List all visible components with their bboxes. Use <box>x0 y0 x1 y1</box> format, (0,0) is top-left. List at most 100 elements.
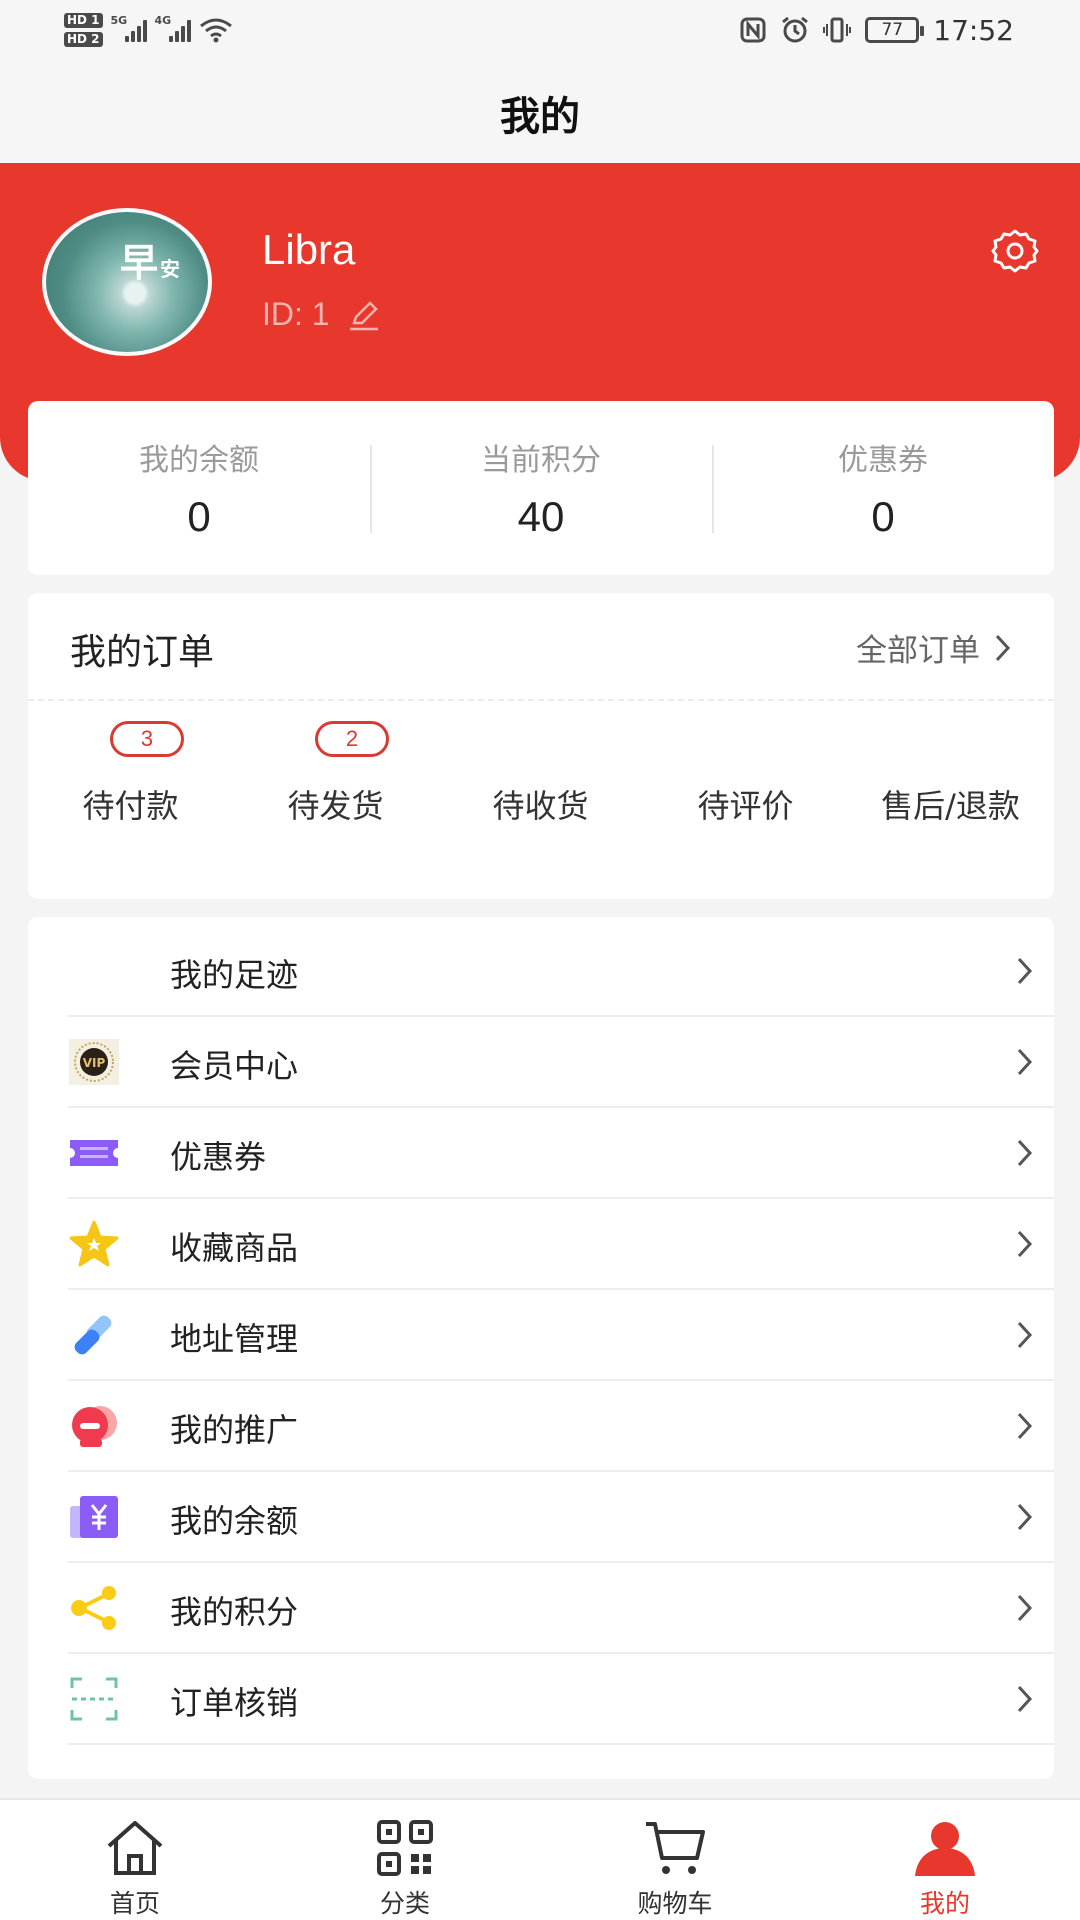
tab-label: 我的 <box>919 1889 970 1918</box>
profile-page: HD 1 HD 2 5G 4G 77 17:52 我的 早 安 Libra ID… <box>0 0 1080 1920</box>
menu-item-label: 我的积分 <box>170 1593 299 1631</box>
order-count-badge: 2 <box>315 721 389 757</box>
chevron-right-icon <box>1017 1321 1033 1349</box>
menu-item-label: 地址管理 <box>170 1320 299 1358</box>
hd2-indicator: HD 2 <box>64 32 103 47</box>
settings-gear-icon[interactable] <box>990 226 1040 276</box>
home-icon <box>107 1821 163 1875</box>
link-icon <box>74 1315 112 1355</box>
stat-coupons[interactable]: 优惠券 0 <box>712 401 1054 575</box>
order-status-label: 待付款 <box>82 787 179 825</box>
menu-item-coupons[interactable]: 优惠券 <box>68 1108 1054 1199</box>
order-status-after-sales[interactable]: 售后/退款 <box>848 701 1053 899</box>
menu-list: 我的足迹 VIP 会员中心 优惠券 收藏商品 地址管理 我的推广 我的余额 我的… <box>28 917 1054 1779</box>
stat-label: 我的余额 <box>139 443 259 478</box>
hd1-indicator: HD 1 <box>64 13 103 28</box>
wifi-icon <box>199 18 232 43</box>
order-status-label: 待发货 <box>287 787 384 825</box>
tab-mine[interactable]: 我的 <box>810 1800 1080 1920</box>
title-bar: 我的 <box>0 62 1080 163</box>
stat-points[interactable]: 当前积分 40 <box>370 401 712 575</box>
network-5g-label: 5G <box>110 14 128 27</box>
battery-indicator: 77 <box>865 17 925 43</box>
menu-item-order-verification[interactable]: 订单核销 <box>68 1654 1054 1745</box>
orders-card: 我的订单 全部订单 3 待付款 2 待发货 待收货 待评价 售后/退款 <box>28 593 1054 899</box>
signal-5g-icon: 5G <box>111 14 147 42</box>
chevron-right-icon <box>1017 1594 1033 1622</box>
tab-label: 首页 <box>109 1889 160 1918</box>
menu-item-vip[interactable]: VIP 会员中心 <box>68 1017 1054 1108</box>
menu-item-balance[interactable]: 我的余额 <box>68 1472 1054 1563</box>
chevron-right-icon <box>1017 1412 1033 1440</box>
clock: 17:52 <box>933 13 1014 47</box>
hd-indicators: HD 1 HD 2 <box>64 13 103 47</box>
account-stats-card: 我的余额 0 当前积分 40 优惠券 0 <box>28 401 1054 575</box>
menu-item-label: 会员中心 <box>170 1047 299 1085</box>
menu-item-label: 收藏商品 <box>170 1229 299 1267</box>
status-bar: HD 1 HD 2 5G 4G 77 17:52 <box>0 0 1080 62</box>
chevron-right-icon <box>1017 1503 1033 1531</box>
order-status-pending-payment[interactable]: 3 待付款 <box>28 701 233 899</box>
all-orders-label: 全部订单 <box>856 633 980 669</box>
menu-item-address[interactable]: 地址管理 <box>68 1290 1054 1381</box>
tab-home[interactable]: 首页 <box>0 1800 270 1920</box>
orders-header: 我的订单 全部订单 <box>28 593 1054 701</box>
network-4g-label: 4G <box>154 14 172 27</box>
all-orders-link[interactable]: 全部订单 <box>856 625 1014 670</box>
page-title: 我的 <box>500 93 580 140</box>
promotion-icon <box>72 1406 117 1447</box>
stat-label: 当前积分 <box>481 443 601 478</box>
menu-item-favorites[interactable]: 收藏商品 <box>68 1199 1054 1290</box>
menu-item-label: 我的推广 <box>170 1411 299 1449</box>
edit-icon[interactable] <box>346 297 382 333</box>
avatar[interactable]: 早安 <box>42 208 212 356</box>
menu-item-label: 订单核销 <box>170 1684 299 1722</box>
order-status-label: 售后/退款 <box>881 787 1020 825</box>
tab-label: 购物车 <box>637 1889 713 1918</box>
status-right: 77 17:52 <box>739 10 1014 50</box>
username: Libra <box>262 226 356 273</box>
menu-item-label: 我的足迹 <box>170 956 299 994</box>
user-id: ID: 1 <box>262 296 330 332</box>
tab-category[interactable]: 分类 <box>270 1800 540 1920</box>
share-icon <box>71 1586 116 1630</box>
order-status-pending-receipt[interactable]: 待收货 <box>438 701 643 899</box>
menu-item-label: 优惠券 <box>170 1138 267 1176</box>
chevron-right-icon <box>1017 1230 1033 1258</box>
battery-level: 77 <box>881 20 904 40</box>
menu-item-footprint[interactable]: 我的足迹 <box>68 926 1054 1017</box>
svg-text:VIP: VIP <box>83 1056 106 1070</box>
vip-icon: VIP <box>69 1039 119 1085</box>
order-status-pending-review[interactable]: 待评价 <box>643 701 848 899</box>
stat-label: 优惠券 <box>838 443 928 478</box>
signal-4g-icon: 4G <box>155 14 191 42</box>
stat-value: 0 <box>187 493 211 540</box>
status-left: HD 1 HD 2 5G 4G <box>64 8 233 52</box>
bottom-tab-bar: 首页 分类 购物车 我的 <box>0 1798 1080 1920</box>
coupon-icon <box>70 1140 118 1166</box>
stat-value: 0 <box>871 493 895 540</box>
orders-title: 我的订单 <box>70 632 215 673</box>
user-id-row: ID: 1 <box>262 296 382 333</box>
chevron-right-icon <box>995 634 1011 661</box>
user-icon <box>915 1822 975 1876</box>
stat-balance[interactable]: 我的余额 0 <box>28 401 370 575</box>
cart-icon <box>646 1822 705 1874</box>
order-status-label: 待评价 <box>697 787 794 825</box>
chevron-right-icon <box>1017 1139 1033 1167</box>
chevron-right-icon <box>1017 1048 1033 1076</box>
star-icon <box>69 1220 119 1267</box>
qrcode-icon <box>377 1820 433 1876</box>
menu-item-promotion[interactable]: 我的推广 <box>68 1381 1054 1472</box>
vibrate-icon <box>823 17 852 43</box>
menu-item-label: 我的余额 <box>170 1502 299 1540</box>
yuan-icon <box>70 1496 118 1538</box>
avatar-text: 早安 <box>120 241 181 285</box>
tab-label: 分类 <box>379 1889 430 1918</box>
stat-value: 40 <box>517 493 565 540</box>
alarm-icon <box>782 16 809 43</box>
chevron-right-icon <box>1017 957 1033 985</box>
tab-cart[interactable]: 购物车 <box>540 1800 810 1920</box>
menu-item-points[interactable]: 我的积分 <box>68 1563 1054 1654</box>
order-status-pending-shipment[interactable]: 2 待发货 <box>233 701 438 899</box>
